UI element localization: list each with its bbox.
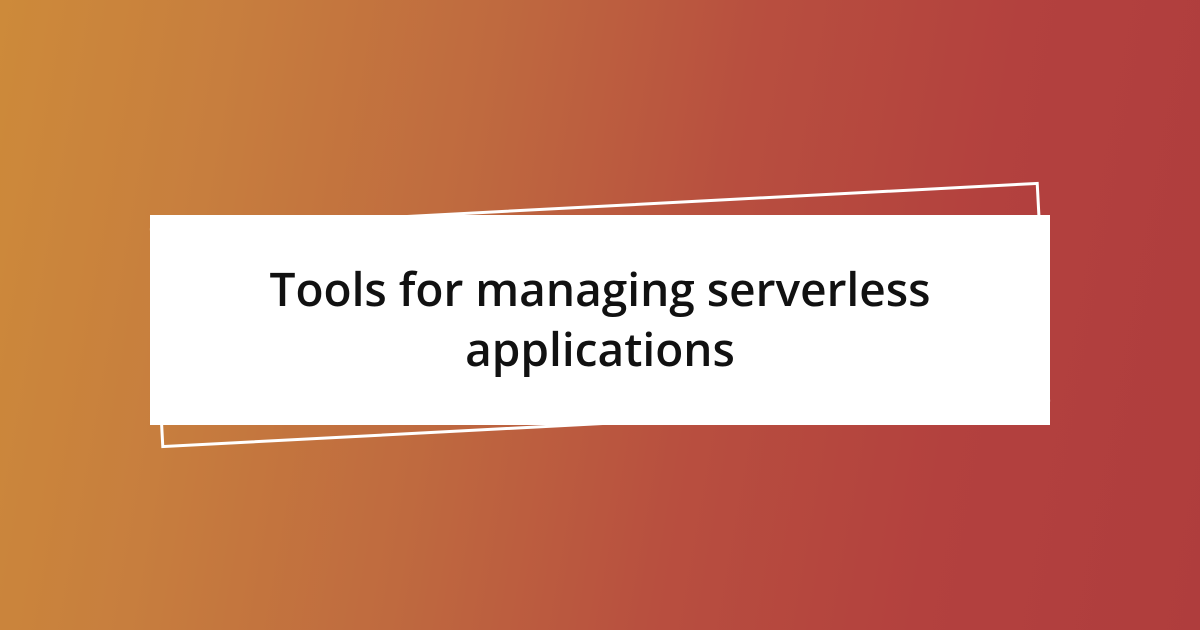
title-box: Tools for managing serverless applicatio… [150,215,1050,425]
page-title: Tools for managing serverless applicatio… [210,260,990,380]
title-container: Tools for managing serverless applicatio… [150,200,1050,430]
